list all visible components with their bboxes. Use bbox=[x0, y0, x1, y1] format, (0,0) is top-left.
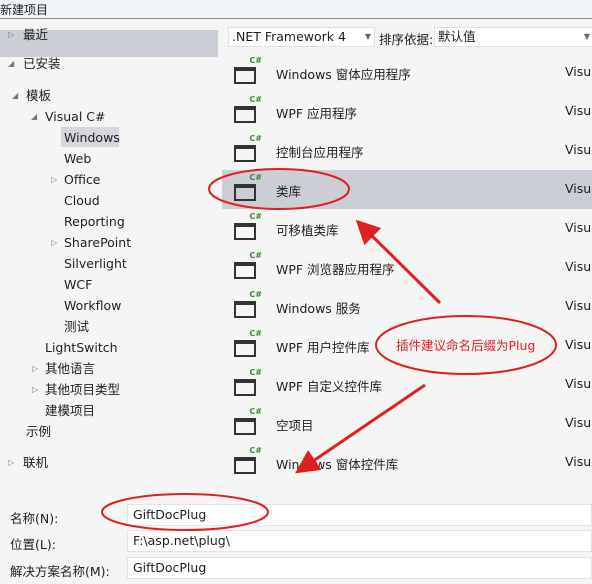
sidebar-item-recent[interactable]: 最近 bbox=[23, 24, 48, 45]
framework-select[interactable]: .NET Framework 4 ▼ bbox=[228, 27, 375, 47]
template-language: Visua bbox=[565, 259, 592, 274]
project-template-icon: C# bbox=[232, 251, 262, 281]
location-label: 位置(L): bbox=[10, 537, 56, 552]
tree-wcf[interactable]: WCF bbox=[64, 274, 92, 295]
project-template-icon: C# bbox=[232, 368, 262, 398]
toolbar: .NET Framework 4 ▼ 排序依据: 默认值 ▼ bbox=[228, 27, 592, 47]
template-row[interactable]: C# WPF 浏览器应用程序 Visua bbox=[222, 248, 592, 287]
template-row[interactable]: C# Windows 服务 Visua bbox=[222, 287, 592, 326]
solution-input[interactable]: GiftDocPlug bbox=[127, 557, 592, 579]
tree-samples[interactable]: 示例 bbox=[26, 421, 51, 442]
title-bar: 新建项目 bbox=[0, 0, 592, 19]
template-language: Visua bbox=[565, 454, 592, 469]
template-row[interactable]: C# WPF 自定义控件库 Visua bbox=[222, 365, 592, 404]
tree-templates[interactable]: 模板 bbox=[26, 85, 51, 106]
template-name: Windows 窗体控件库 bbox=[276, 457, 399, 472]
tree-modeling[interactable]: 建模项目 bbox=[45, 400, 95, 421]
expand-icon[interactable]: ▷ bbox=[8, 458, 14, 467]
template-language: Visua bbox=[565, 64, 592, 79]
project-template-icon: C# bbox=[232, 212, 262, 242]
template-name: 空项目 bbox=[276, 418, 314, 433]
template-row[interactable]: C# Windows 窗体应用程序 Visua bbox=[222, 53, 592, 92]
sidebar-item-online[interactable]: 联机 bbox=[23, 452, 48, 473]
collapse-icon[interactable]: ◢ bbox=[8, 59, 14, 68]
tree-sharepoint[interactable]: SharePoint bbox=[64, 232, 131, 253]
chevron-down-icon: ▼ bbox=[364, 32, 371, 41]
project-template-icon: C# bbox=[232, 134, 262, 164]
tree-office[interactable]: Office bbox=[64, 169, 101, 190]
sort-select[interactable]: 默认值 ▼ bbox=[434, 27, 592, 47]
template-name: 控制台应用程序 bbox=[276, 145, 364, 160]
template-name: WPF 自定义控件库 bbox=[276, 379, 383, 394]
sort-label: 排序依据: bbox=[379, 32, 434, 47]
collapse-icon[interactable]: ◢ bbox=[31, 112, 37, 121]
template-language: Visua bbox=[565, 142, 592, 157]
window-title: 新建项目 bbox=[0, 3, 49, 17]
template-language: Visua bbox=[565, 181, 592, 196]
template-language: Visua bbox=[565, 220, 592, 235]
template-row[interactable]: C# 控制台应用程序 Visua bbox=[222, 131, 592, 170]
project-template-icon: C# bbox=[232, 95, 262, 125]
tree-visual-csharp[interactable]: Visual C# bbox=[45, 106, 106, 127]
template-name: WPF 用户控件库 bbox=[276, 340, 370, 355]
name-input[interactable]: GiftDocPlug bbox=[127, 504, 592, 526]
tree-windows[interactable]: Windows bbox=[64, 127, 120, 148]
name-label: 名称(N): bbox=[10, 511, 59, 526]
project-form: 名称(N): GiftDocPlug 位置(L): F:\asp.net\plu… bbox=[0, 492, 592, 584]
expand-icon[interactable]: ▷ bbox=[8, 30, 14, 39]
solution-label: 解决方案名称(M): bbox=[10, 564, 110, 579]
expand-icon[interactable]: ▷ bbox=[51, 238, 57, 247]
template-language: Visua bbox=[565, 415, 592, 430]
project-template-icon: C# bbox=[232, 173, 262, 203]
expand-icon[interactable]: ▷ bbox=[32, 385, 38, 394]
expand-icon[interactable]: ▷ bbox=[32, 364, 38, 373]
tree-other-languages[interactable]: 其他语言 bbox=[45, 358, 95, 379]
tree-web[interactable]: Web bbox=[64, 148, 91, 169]
framework-value: .NET Framework 4 bbox=[232, 29, 346, 44]
expand-icon[interactable]: ▷ bbox=[51, 175, 57, 184]
project-template-icon: C# bbox=[232, 407, 262, 437]
template-name: Windows 窗体应用程序 bbox=[276, 67, 411, 82]
sort-value: 默认值 bbox=[438, 29, 476, 44]
chevron-down-icon: ▼ bbox=[583, 32, 590, 41]
template-name: WPF 应用程序 bbox=[276, 106, 358, 121]
tree-workflow[interactable]: Workflow bbox=[64, 295, 121, 316]
template-row[interactable]: C# 类库 Visua bbox=[222, 170, 592, 209]
tree-silverlight[interactable]: Silverlight bbox=[64, 253, 127, 274]
project-template-icon: C# bbox=[232, 290, 262, 320]
template-name: 可移植类库 bbox=[276, 223, 339, 238]
template-language: Visua bbox=[565, 103, 592, 118]
tree-reporting[interactable]: Reporting bbox=[64, 211, 125, 232]
template-row[interactable]: C# Windows 窗体控件库 Visua bbox=[222, 443, 592, 482]
annotation-note: 插件建议命名后缀为Plug bbox=[396, 338, 536, 353]
template-row[interactable]: C# WPF 应用程序 Visua bbox=[222, 92, 592, 131]
project-template-icon: C# bbox=[232, 446, 262, 476]
tree-other-project-types[interactable]: 其他项目类型 bbox=[45, 379, 120, 400]
template-row[interactable]: C# 空项目 Visua bbox=[222, 404, 592, 443]
template-language: Visua bbox=[565, 298, 592, 313]
tree-lightswitch[interactable]: LightSwitch bbox=[45, 337, 118, 358]
collapse-icon[interactable]: ◢ bbox=[12, 91, 18, 100]
project-template-icon: C# bbox=[232, 329, 262, 359]
template-language: Visua bbox=[565, 376, 592, 391]
location-input[interactable]: F:\asp.net\plug\ bbox=[127, 530, 592, 552]
project-template-icon: C# bbox=[232, 56, 262, 86]
template-language: Visua bbox=[565, 337, 592, 352]
template-name: 类库 bbox=[276, 184, 302, 199]
template-row[interactable]: C# 可移植类库 Visua bbox=[222, 209, 592, 248]
template-name: Windows 服务 bbox=[276, 301, 361, 316]
tree-cloud[interactable]: Cloud bbox=[64, 190, 100, 211]
sidebar-item-installed[interactable]: 已安装 bbox=[23, 53, 61, 74]
template-name: WPF 浏览器应用程序 bbox=[276, 262, 395, 277]
tree-test[interactable]: 测试 bbox=[64, 316, 89, 337]
